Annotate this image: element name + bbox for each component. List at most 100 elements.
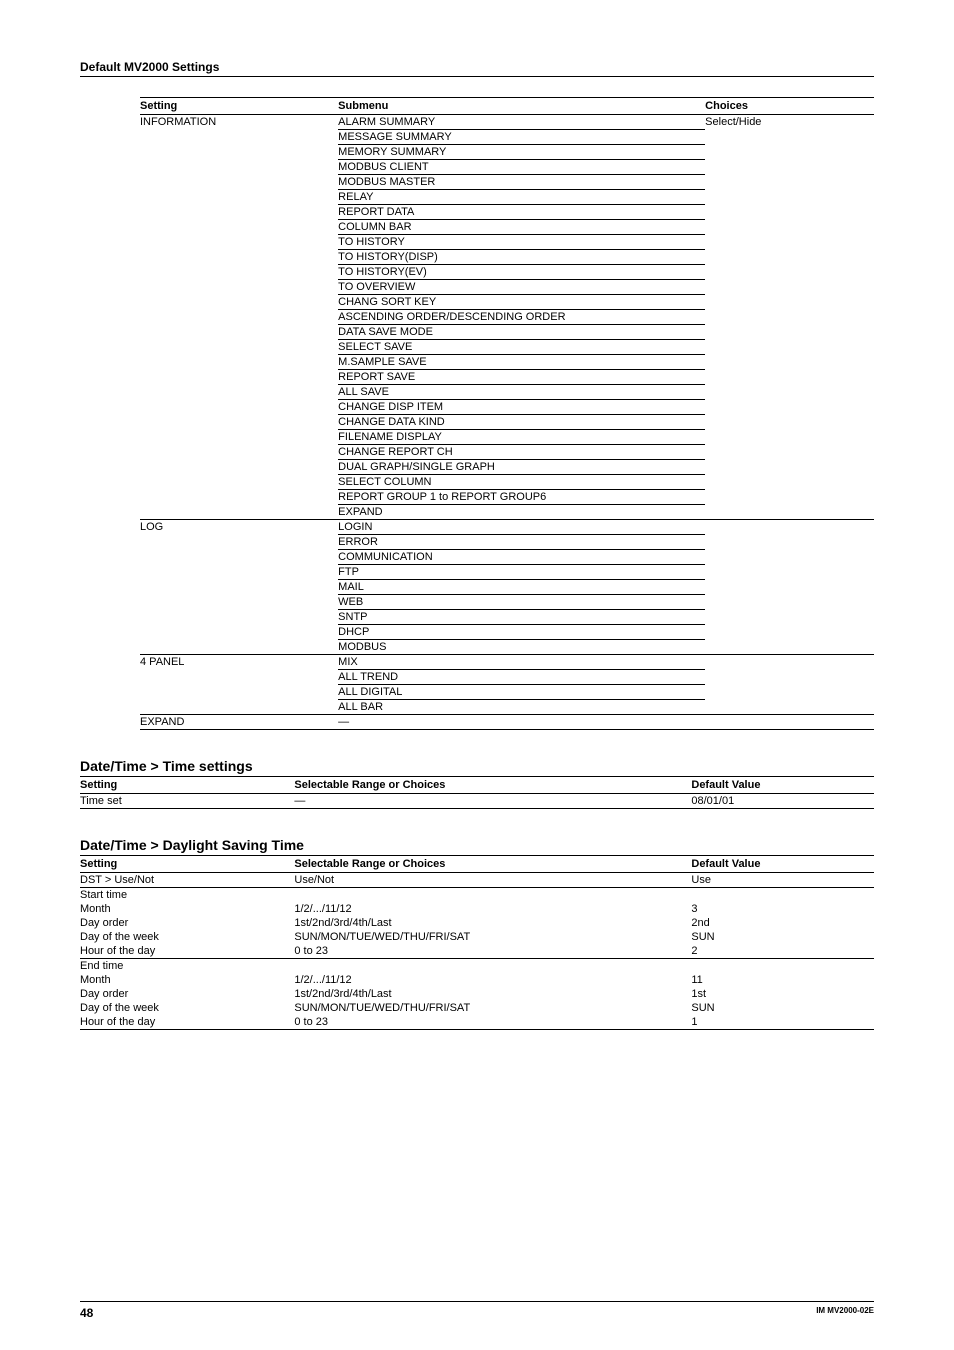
choices-cell xyxy=(705,610,874,625)
setting-cell xyxy=(140,640,338,655)
setting-cell xyxy=(140,310,338,325)
data-cell: 3 xyxy=(691,902,874,916)
data-cell: 1 xyxy=(691,1015,874,1030)
submenu-cell: ASCENDING ORDER/DESCENDING ORDER xyxy=(338,310,705,325)
data-cell: Day order xyxy=(80,987,294,1001)
data-cell: Hour of the day xyxy=(80,944,294,959)
setting-cell xyxy=(140,235,338,250)
submenu-cell: ALARM SUMMARY xyxy=(338,115,705,130)
submenu-cell: DHCP xyxy=(338,625,705,640)
data-cell: End time xyxy=(80,959,294,974)
submenu-cell: SNTP xyxy=(338,610,705,625)
data-cell: — xyxy=(294,794,691,809)
setting-cell xyxy=(140,685,338,700)
choices-cell xyxy=(705,700,874,715)
submenu-cell: LOGIN xyxy=(338,520,705,535)
choices-cell xyxy=(705,160,874,175)
choices-cell xyxy=(705,460,874,475)
submenu-cell: ALL SAVE xyxy=(338,385,705,400)
submenu-cell: TO HISTORY xyxy=(338,235,705,250)
submenu-cell: TO OVERVIEW xyxy=(338,280,705,295)
data-cell xyxy=(294,888,691,903)
setting-cell xyxy=(140,295,338,310)
choices-cell xyxy=(705,370,874,385)
data-cell: 11 xyxy=(691,973,874,987)
choices-cell xyxy=(705,310,874,325)
choices-cell xyxy=(705,580,874,595)
setting-cell xyxy=(140,535,338,550)
data-cell: Use/Not xyxy=(294,873,691,888)
data-cell: Day of the week xyxy=(80,930,294,944)
setting-cell xyxy=(140,610,338,625)
setting-cell xyxy=(140,505,338,520)
data-cell: Time set xyxy=(80,794,294,809)
choices-cell xyxy=(705,670,874,685)
setting-cell xyxy=(140,190,338,205)
data-cell: 08/01/01 xyxy=(691,794,874,809)
col-header: Selectable Range or Choices xyxy=(294,856,691,873)
choices-cell xyxy=(705,550,874,565)
submenu-cell: ALL DIGITAL xyxy=(338,685,705,700)
page-number: 48 xyxy=(80,1306,93,1320)
data-cell: 1/2/.../11/12 xyxy=(294,973,691,987)
col-header: Setting xyxy=(140,98,338,115)
setting-cell xyxy=(140,475,338,490)
col-header: Setting xyxy=(80,856,294,873)
setting-cell xyxy=(140,280,338,295)
setting-cell xyxy=(140,370,338,385)
choices-cell xyxy=(705,685,874,700)
data-cell: Use xyxy=(691,873,874,888)
choices-cell xyxy=(705,340,874,355)
setting-cell xyxy=(140,175,338,190)
choices-cell xyxy=(705,715,874,730)
setting-cell xyxy=(140,430,338,445)
submenu-cell: REPORT SAVE xyxy=(338,370,705,385)
setting-cell: LOG xyxy=(140,520,338,535)
data-cell xyxy=(691,888,874,903)
submenu-cell: — xyxy=(338,715,705,730)
data-cell: SUN xyxy=(691,1001,874,1015)
data-cell: SUN/MON/TUE/WED/THU/FRI/SAT xyxy=(294,1001,691,1015)
submenu-cell: REPORT DATA xyxy=(338,205,705,220)
submenu-cell: MODBUS xyxy=(338,640,705,655)
setting-cell xyxy=(140,385,338,400)
setting-cell xyxy=(140,700,338,715)
data-cell xyxy=(294,959,691,974)
setting-cell xyxy=(140,220,338,235)
main-title: Default MV2000 Settings xyxy=(80,60,874,74)
setting-cell xyxy=(140,325,338,340)
data-cell xyxy=(691,959,874,974)
choices-cell xyxy=(705,430,874,445)
submenu-cell: COLUMN BAR xyxy=(338,220,705,235)
setting-cell xyxy=(140,625,338,640)
submenu-cell: SELECT COLUMN xyxy=(338,475,705,490)
dst-table: SettingSelectable Range or ChoicesDefaul… xyxy=(80,855,874,1030)
setting-cell xyxy=(140,565,338,580)
submenu-cell: COMMUNICATION xyxy=(338,550,705,565)
submenu-cell: MIX xyxy=(338,655,705,670)
choices-cell xyxy=(705,130,874,145)
submenu-cell: DATA SAVE MODE xyxy=(338,325,705,340)
data-cell: SUN/MON/TUE/WED/THU/FRI/SAT xyxy=(294,930,691,944)
data-cell: 2nd xyxy=(691,916,874,930)
data-cell: SUN xyxy=(691,930,874,944)
choices-cell xyxy=(705,385,874,400)
choices-cell xyxy=(705,535,874,550)
choices-cell xyxy=(705,235,874,250)
setting-cell: 4 PANEL xyxy=(140,655,338,670)
data-cell: 1/2/.../11/12 xyxy=(294,902,691,916)
data-cell: Day order xyxy=(80,916,294,930)
submenu-cell: RELAY xyxy=(338,190,705,205)
submenu-cell: MEMORY SUMMARY xyxy=(338,145,705,160)
col-header: Default Value xyxy=(691,777,874,794)
setting-cell xyxy=(140,400,338,415)
settings-table: SettingSubmenuChoicesINFORMATIONALARM SU… xyxy=(140,97,874,730)
choices-cell xyxy=(705,565,874,580)
submenu-cell: EXPAND xyxy=(338,505,705,520)
submenu-cell: FTP xyxy=(338,565,705,580)
data-cell: Day of the week xyxy=(80,1001,294,1015)
choices-cell xyxy=(705,145,874,160)
setting-cell xyxy=(140,445,338,460)
choices-cell xyxy=(705,220,874,235)
setting-cell xyxy=(140,160,338,175)
